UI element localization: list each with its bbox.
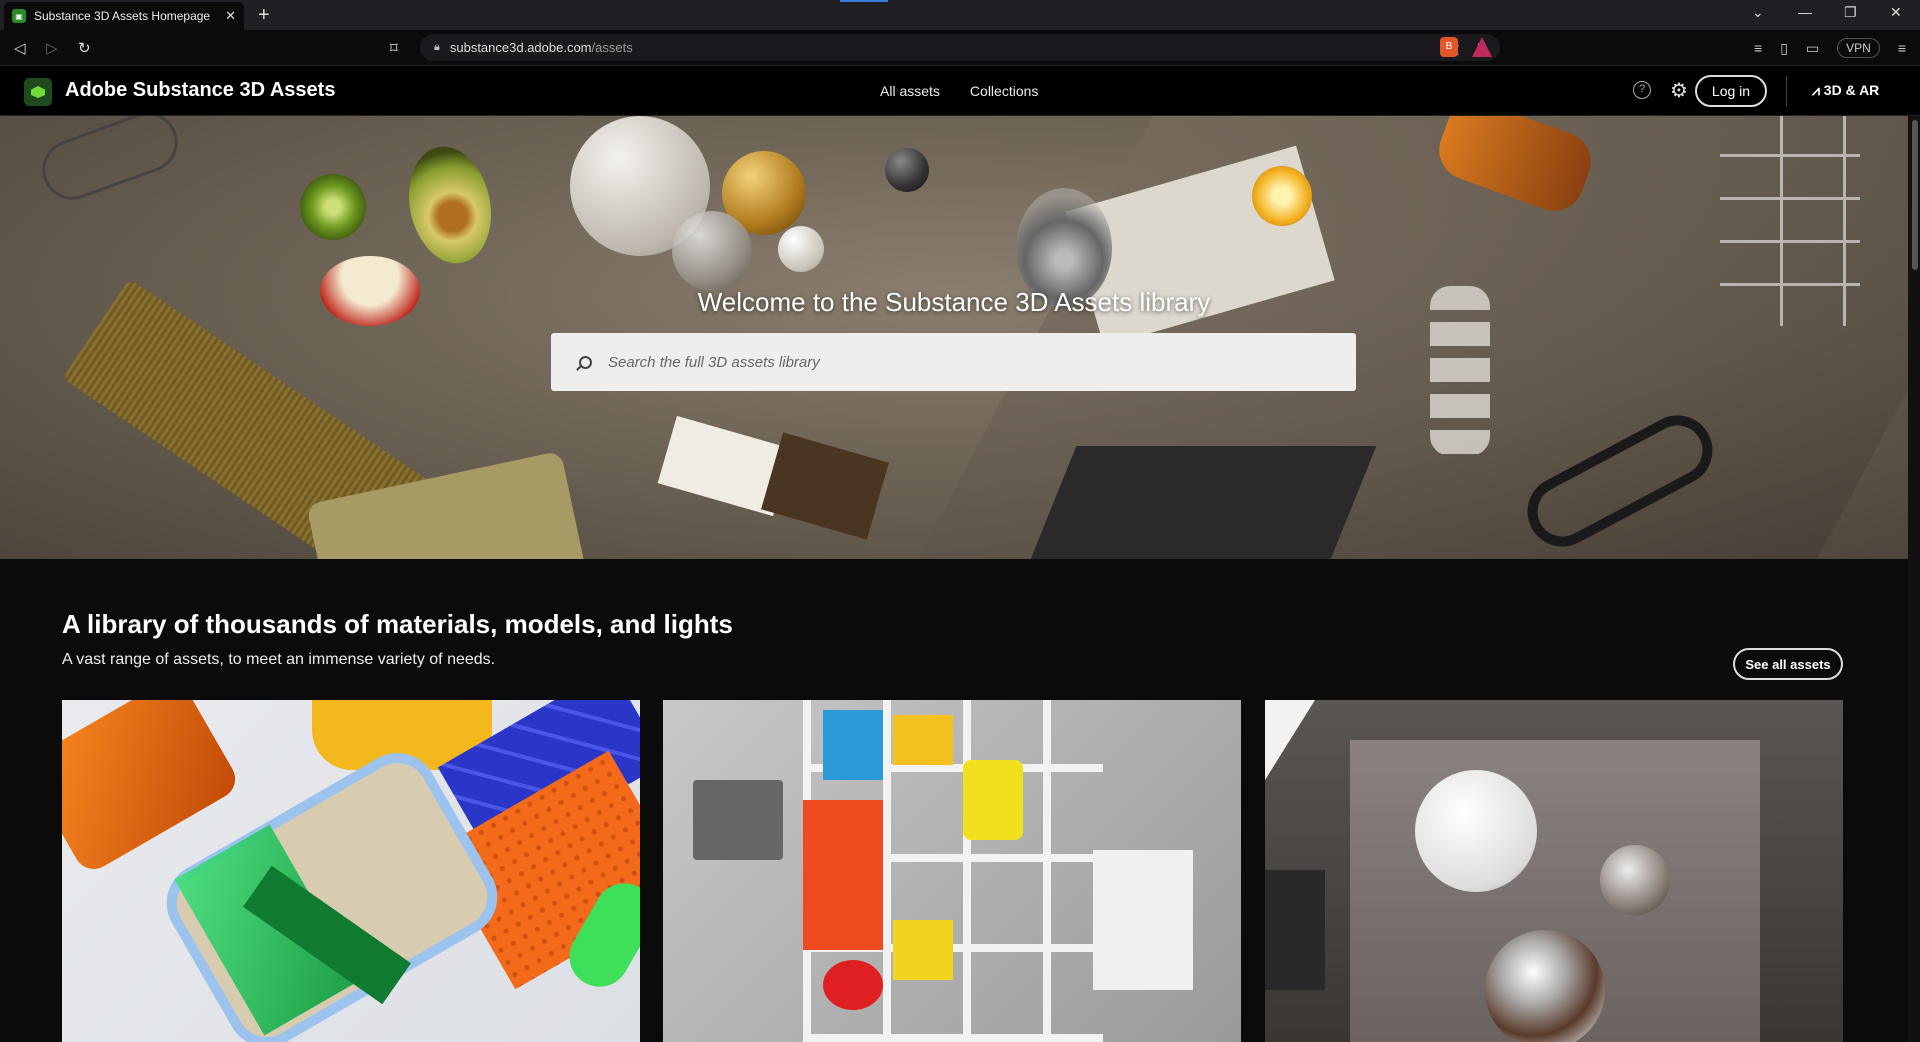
card-red-shelf (803, 800, 883, 950)
reload-icon[interactable]: ↻ (78, 39, 91, 57)
nav-all-assets[interactable]: All assets (880, 83, 940, 99)
card-red-object (823, 960, 883, 1010)
hero-banner: Welcome to the Substance 3D Assets libra… (0, 116, 1908, 559)
nav-collections[interactable]: Collections (970, 83, 1038, 99)
card-orange-material (62, 700, 243, 877)
scrollbar-thumb[interactable] (1912, 120, 1918, 270)
adobe-3d-ar-link[interactable]: ⩘ 3D & AR (1812, 82, 1879, 99)
section-subtitle: A vast range of assets, to meet an immen… (62, 651, 496, 668)
search-input[interactable] (608, 353, 1308, 371)
hero-carpet (761, 432, 889, 540)
card-yellow-cube (893, 920, 953, 980)
site-header: Adobe Substance 3D Assets All assets Col… (0, 66, 1920, 116)
lights-card[interactable] (1265, 700, 1843, 1042)
hero-orange (1252, 166, 1312, 226)
login-button[interactable]: Log in (1695, 75, 1767, 107)
section-title: A library of thousands of materials, mod… (62, 609, 733, 639)
playlist-icon[interactable]: ≡ (1754, 40, 1762, 56)
adobe-logo-icon: ⩘ (1812, 82, 1824, 98)
hero-dark-sphere (885, 148, 929, 192)
card-yellow-box (893, 715, 953, 765)
new-tab-button[interactable]: + (258, 4, 270, 27)
card-glass-sphere (1600, 845, 1670, 915)
hero-glasses (33, 116, 187, 209)
tab-title: Substance 3D Assets Homepage (34, 9, 211, 23)
help-icon[interactable]: ? (1633, 81, 1651, 99)
minimize-button[interactable]: — (1798, 4, 1812, 20)
bookmark-icon[interactable]: ⌑ (390, 39, 398, 57)
card-microwave (693, 780, 783, 860)
card-white-box (1093, 850, 1193, 990)
materials-card[interactable] (62, 700, 640, 1042)
brave-shields-icon[interactable]: B (1440, 37, 1458, 57)
tab-close-icon[interactable]: ✕ (225, 8, 236, 24)
wallet-icon[interactable]: ▭ (1806, 40, 1819, 57)
header-divider (1786, 76, 1787, 106)
restore-button[interactable]: ❐ (1844, 4, 1857, 21)
card-yellow-jacket (963, 760, 1023, 840)
tab-list-icon[interactable]: ⌄ (1752, 4, 1764, 21)
hero-kiwi (300, 174, 366, 240)
window-close-button[interactable]: ✕ (1890, 4, 1902, 21)
menu-icon[interactable]: ≡ (1898, 40, 1906, 56)
vpn-button[interactable]: VPN (1837, 38, 1880, 58)
hero-glass-sphere (672, 211, 752, 291)
browser-toolbar: ◁ ▷ ↻ ⌑ 🔒︎ substance3d.adobe.com/assets … (0, 30, 1920, 66)
back-icon[interactable]: ◁ (14, 39, 26, 57)
sidebar-icon[interactable]: ▯ (1780, 40, 1788, 57)
hero-title: Welcome to the Substance 3D Assets libra… (697, 287, 1211, 317)
models-card[interactable] (663, 700, 1241, 1042)
card-white-sphere (1415, 770, 1537, 892)
card-softbox (1265, 870, 1325, 990)
gear-icon[interactable]: ⚙ (1670, 78, 1688, 103)
card-chrome-sphere (1485, 930, 1605, 1042)
tab-accent (840, 0, 888, 2)
substance-logo-icon[interactable] (24, 78, 52, 106)
hero-avocado (398, 138, 502, 272)
hero-small-sphere (778, 226, 824, 272)
see-all-assets-button[interactable]: See all assets (1733, 648, 1843, 680)
browser-tab[interactable]: ▣ Substance 3D Assets Homepage ✕ (4, 2, 244, 30)
main-nav: All assets Collections (880, 83, 1038, 99)
lock-icon: 🔒︎ (434, 41, 440, 53)
brand-name[interactable]: Adobe Substance 3D Assets (65, 79, 335, 102)
card-blue-box (823, 710, 883, 780)
favicon-icon: ▣ (12, 9, 26, 23)
address-bar[interactable]: 🔒︎ substance3d.adobe.com/assets 文 ⇪ (420, 34, 1500, 61)
search-icon (579, 355, 592, 369)
url-text: substance3d.adobe.com/assets (449, 40, 633, 55)
forward-icon[interactable]: ▷ (46, 39, 58, 57)
browser-tab-bar: ▣ Substance 3D Assets Homepage ✕ + ⌄ — ❐… (0, 0, 1920, 30)
search-box[interactable] (551, 333, 1356, 391)
card-white-corner (1265, 700, 1315, 780)
